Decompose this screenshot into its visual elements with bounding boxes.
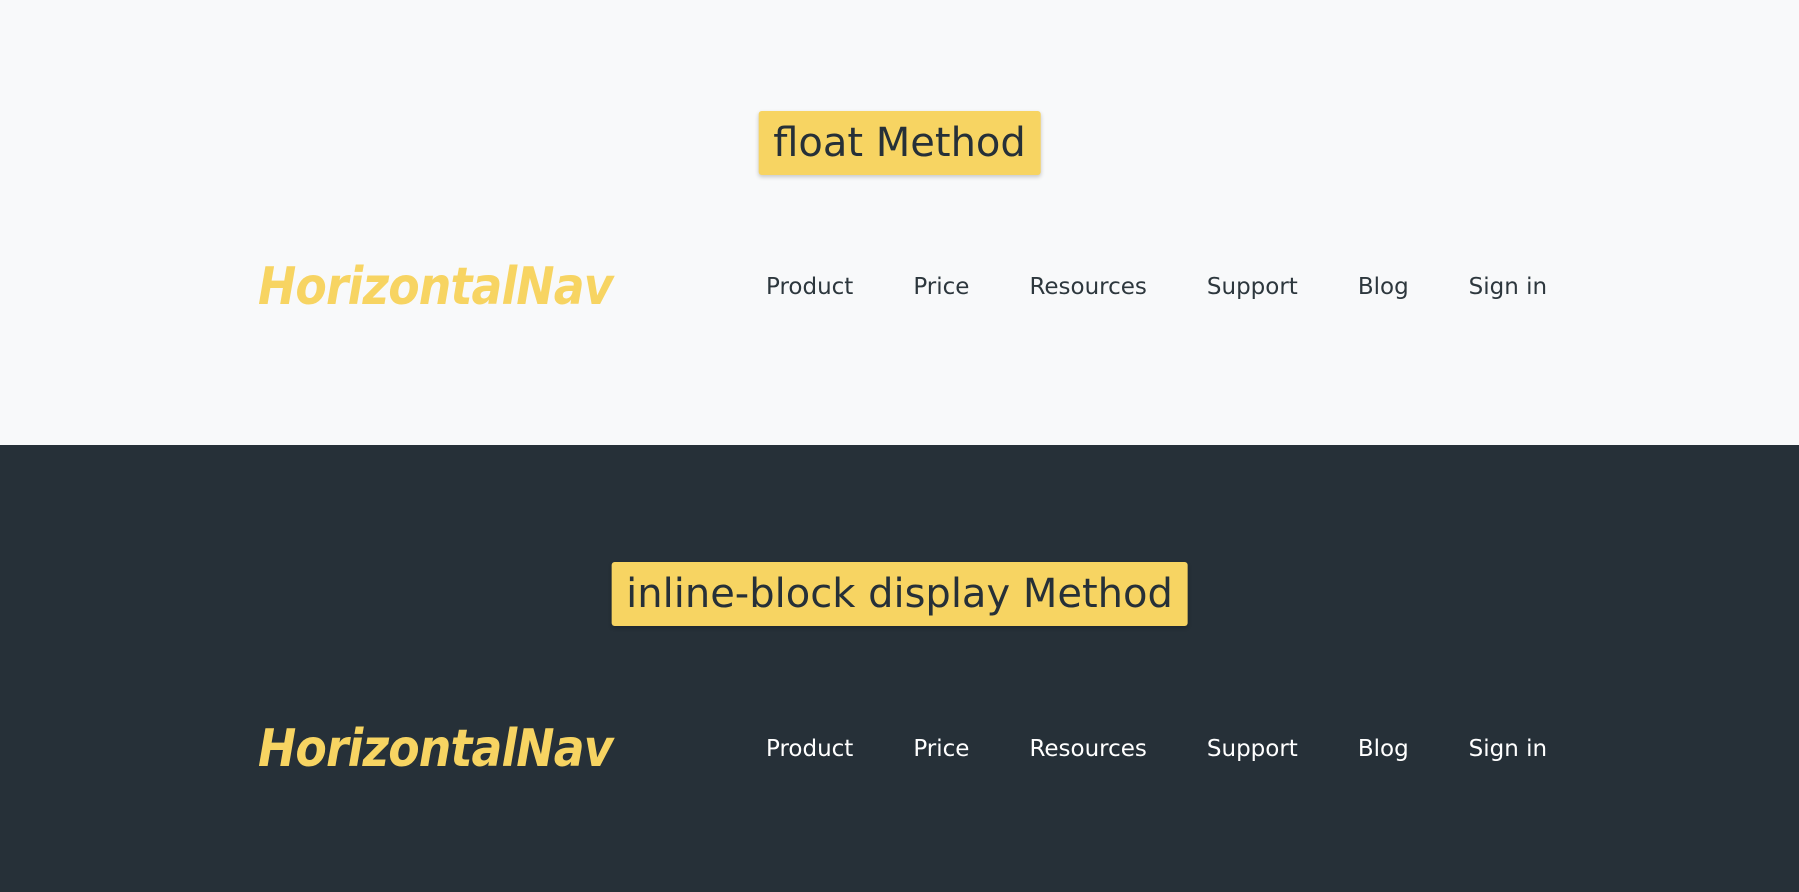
inline-block-method-heading: inline-block display Method <box>611 562 1188 626</box>
inline-block-navbar: HorizontalNav Product Price Resources Su… <box>258 714 1548 784</box>
float-nav-item-resources[interactable]: Resources <box>1029 274 1146 300</box>
float-nav-list: Product Price Resources Support Blog Sig… <box>766 252 1547 322</box>
float-nav-item-blog[interactable]: Blog <box>1358 274 1409 300</box>
inline-block-nav-item-support[interactable]: Support <box>1207 736 1298 762</box>
float-navbar: HorizontalNav Product Price Resources Su… <box>258 252 1548 322</box>
float-method-heading: float Method <box>758 111 1041 175</box>
inline-block-nav-item-product[interactable]: Product <box>766 736 853 762</box>
float-nav-item-sign-in[interactable]: Sign in <box>1469 274 1547 300</box>
inline-block-nav-item-sign-in[interactable]: Sign in <box>1469 736 1547 762</box>
float-nav-item-price[interactable]: Price <box>913 274 969 300</box>
inline-block-nav-item-price[interactable]: Price <box>913 736 969 762</box>
float-nav-item-support[interactable]: Support <box>1207 274 1298 300</box>
inline-block-navbar-logo[interactable]: HorizontalNav <box>258 714 614 784</box>
float-method-section: float Method HorizontalNav Product Price… <box>0 0 1799 445</box>
float-navbar-logo[interactable]: HorizontalNav <box>258 252 614 322</box>
inline-block-nav-item-resources[interactable]: Resources <box>1029 736 1146 762</box>
inline-block-method-section: inline-block display Method HorizontalNa… <box>0 445 1799 892</box>
inline-block-nav-list: Product Price Resources Support Blog Sig… <box>766 714 1547 784</box>
inline-block-nav-item-blog[interactable]: Blog <box>1358 736 1409 762</box>
float-nav-item-product[interactable]: Product <box>766 274 853 300</box>
